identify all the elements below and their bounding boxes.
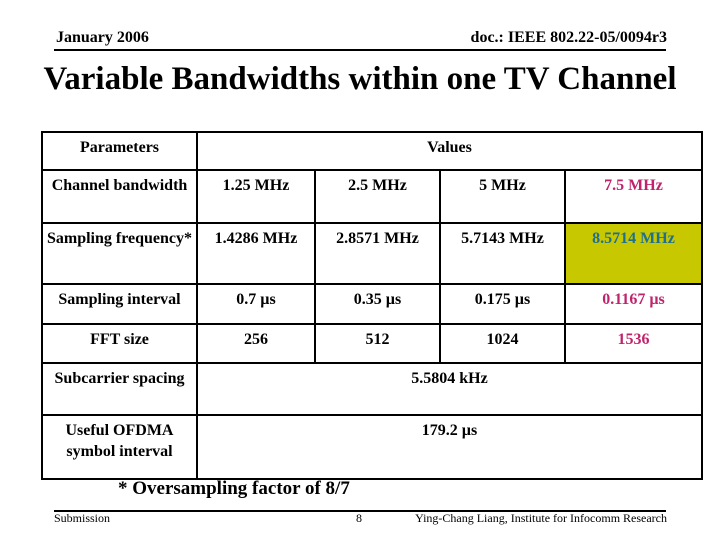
footer-author: Ying-Chang Liang, Institute for Infocomm…	[415, 511, 667, 525]
value-cell: 256	[196, 323, 316, 364]
footer-page-number: 8	[356, 511, 362, 525]
value-cell: 0.175 µs	[439, 283, 566, 325]
header-doc-id: doc.: IEEE 802.22-05/0094r3	[470, 29, 667, 46]
value-cell-highlighted: 7.5 MHz	[563, 169, 704, 224]
value-cell-highlighted: 1536	[563, 323, 704, 364]
value-cell: 2.8571 MHz	[314, 222, 441, 285]
footnote: * Oversampling factor of 8/7	[118, 478, 350, 499]
value-cell: 0.35 µs	[314, 283, 441, 325]
parameters-table: Parameters Values Channel bandwidth 1.25…	[41, 131, 704, 480]
footer-submission: Submission	[54, 511, 111, 525]
table-header-row: Parameters Values	[41, 131, 704, 171]
value-cell: 1.4286 MHz	[196, 222, 316, 285]
table-row: Useful OFDMA symbol interval 179.2 µs	[41, 414, 704, 480]
param-cell: FFT size	[41, 323, 198, 364]
value-cell: 1024	[439, 323, 566, 364]
table-row: FFT size 256 512 1024 1536	[41, 323, 704, 364]
param-cell: Useful OFDMA symbol interval	[41, 414, 198, 480]
value-cell-merged: 179.2 µs	[195, 414, 704, 480]
value-cell: 2.5 MHz	[314, 169, 441, 224]
param-cell: Channel bandwidth	[41, 169, 198, 224]
param-cell: Sampling frequency*	[41, 222, 198, 285]
value-cell: 0.7 µs	[196, 283, 316, 325]
param-cell: Sampling interval	[41, 283, 198, 325]
value-cell: 512	[314, 323, 441, 364]
value-cell-shaded: 8.5714 MHz	[563, 222, 704, 285]
header-divider	[54, 49, 666, 51]
table-row: Sampling frequency* 1.4286 MHz 2.8571 MH…	[41, 222, 704, 285]
table-row: Channel bandwidth 1.25 MHz 2.5 MHz 5 MHz…	[41, 169, 704, 224]
param-cell: Subcarrier spacing	[41, 362, 198, 416]
header-values: Values	[195, 131, 704, 171]
slide-title: Variable Bandwidths within one TV Channe…	[43, 61, 677, 97]
header-parameters: Parameters	[41, 131, 198, 171]
value-cell: 5 MHz	[439, 169, 566, 224]
header-date: January 2006	[56, 29, 149, 46]
value-cell-merged: 5.5804 kHz	[195, 362, 704, 416]
value-cell-highlighted: 0.1167 µs	[563, 283, 704, 325]
value-cell: 1.25 MHz	[196, 169, 316, 224]
value-cell: 5.7143 MHz	[439, 222, 566, 285]
table-row: Sampling interval 0.7 µs 0.35 µs 0.175 µ…	[41, 283, 704, 325]
table-row: Subcarrier spacing 5.5804 kHz	[41, 362, 704, 416]
